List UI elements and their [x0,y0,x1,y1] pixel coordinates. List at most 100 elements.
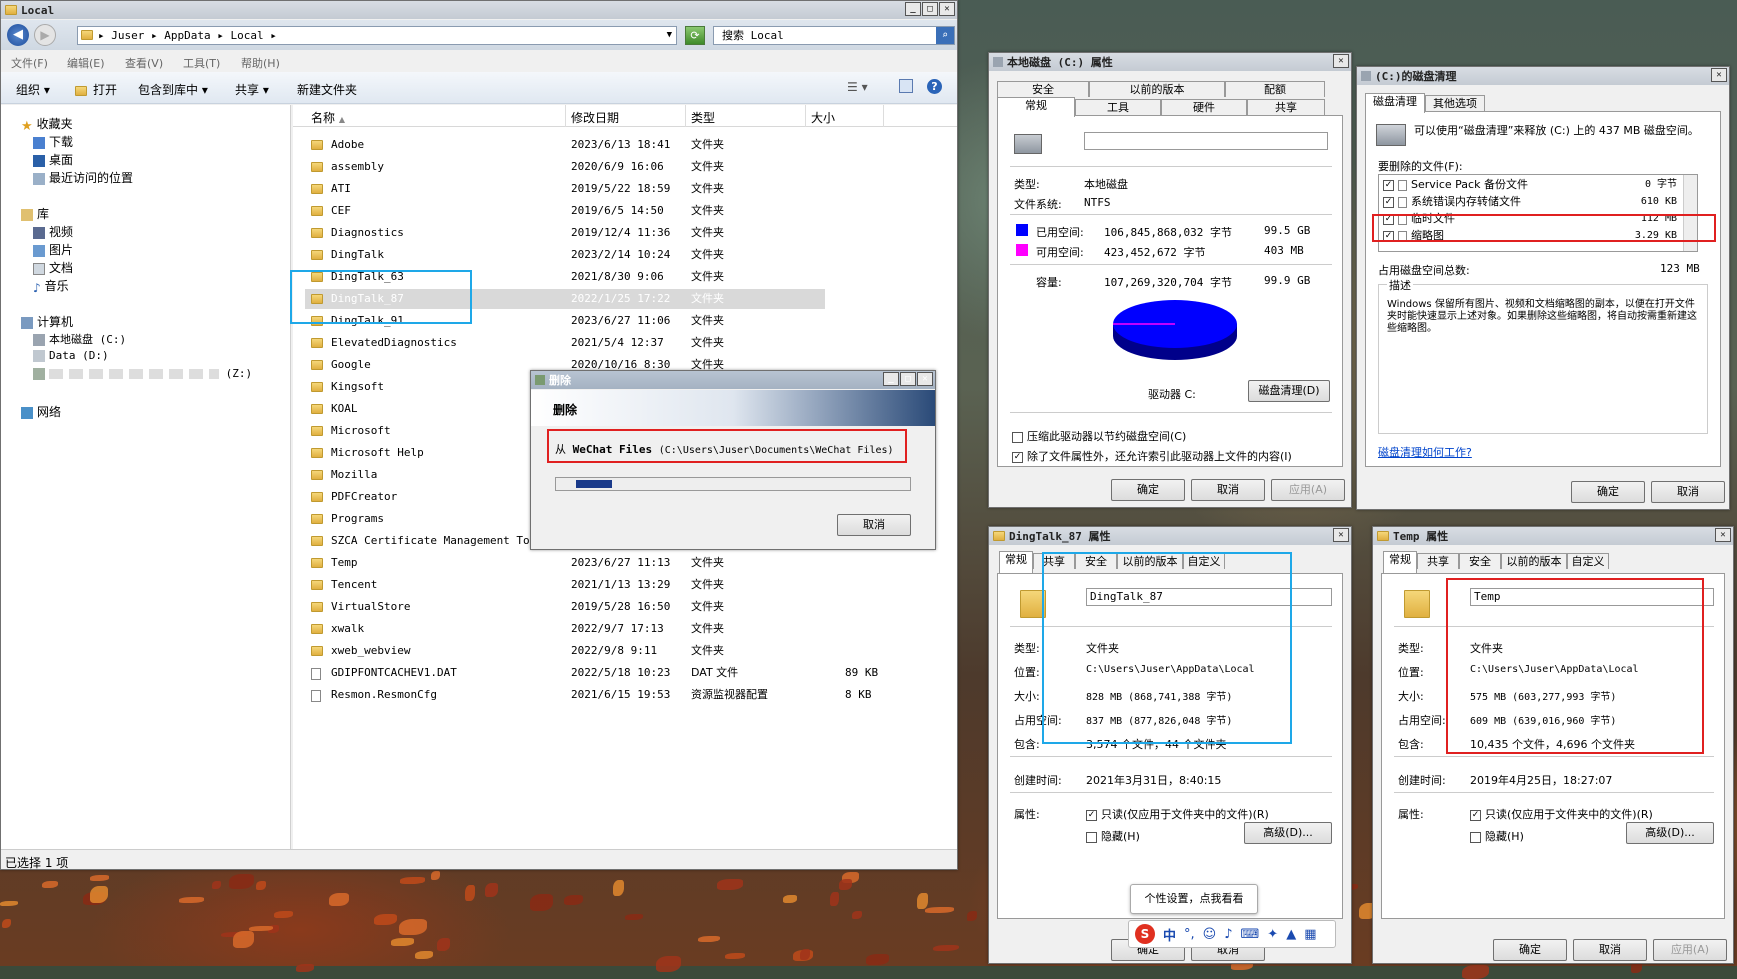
table-row[interactable]: Temp 2023/6/27 11:13 文件夹 [305,553,825,573]
table-row[interactable]: ElevatedDiagnostics 2021/5/4 12:37 文件夹 [305,333,825,353]
disk-apply-button[interactable]: 应用(A) [1271,479,1345,501]
search-icon[interactable]: ⌕ [936,27,954,44]
compress-checkbox[interactable]: 压缩此驱动器以节约磁盘空间(C) [1012,428,1186,444]
disk-cleanup-button[interactable]: 磁盘清理(D) [1248,380,1330,402]
table-row[interactable]: CEF 2019/6/5 14:50 文件夹 [305,201,825,221]
tab-3[interactable]: 以前的版本 [1501,553,1567,569]
temp-apply-button[interactable]: 应用(A) [1653,939,1727,961]
nav-documents[interactable]: 文档 [33,259,73,276]
back-button[interactable]: ◀ [7,24,29,46]
close-button[interactable]: ✕ [939,2,955,16]
tools-icon[interactable]: ✦ [1267,927,1278,942]
emoji-icon[interactable]: ☺ [1203,927,1217,942]
table-row[interactable]: assembly 2020/6/9 16:06 文件夹 [305,157,825,177]
tab-0[interactable]: 常规 [1383,551,1417,573]
preview-pane-icon[interactable] [899,79,913,93]
grid-icon[interactable]: ▦ [1304,927,1316,942]
tab-security[interactable]: 安全 [997,81,1089,97]
table-row[interactable]: DingTalk 2023/2/14 10:24 文件夹 [305,245,825,265]
disk-props-titlebar[interactable]: 本地磁盘 (C:) 属性 ✕ [989,53,1351,71]
tab-0[interactable]: 常规 [999,551,1033,573]
nav-favorites[interactable]: ★ 收藏夹 [21,115,73,134]
item-checkbox[interactable]: ✓ [1383,196,1394,208]
include-library-button[interactable]: 包含到库中 ▾ [138,81,208,98]
menu-file[interactable]: 文件(F) [11,55,48,71]
search-input[interactable]: 搜索 Local ⌕ [713,26,955,45]
nav-videos[interactable]: 视频 [33,223,73,240]
new-folder-button[interactable]: 新建文件夹 [297,81,357,98]
close-button[interactable]: ✕ [917,372,933,386]
close-button[interactable]: ✕ [1333,528,1349,542]
tab-hardware[interactable]: 硬件 [1161,99,1247,115]
list-item[interactable]: ✓ 系统错误内存转储文件 610 KB [1383,194,1679,210]
table-row[interactable]: Diagnostics 2019/12/4 11:36 文件夹 [305,223,825,243]
skin-icon[interactable]: ▲ [1286,927,1296,942]
breadcrumb-local[interactable]: Local [230,29,263,42]
chevron-down-icon[interactable]: ▼ [667,27,672,44]
delete-titlebar[interactable]: 删除 _ □ ✕ [531,371,935,389]
table-row[interactable]: Tencent 2021/1/13 13:29 文件夹 [305,575,825,595]
table-row[interactable]: Adobe 2023/6/13 18:41 文件夹 [305,135,825,155]
maximize-button[interactable]: □ [900,372,916,386]
close-button[interactable]: ✕ [1715,528,1731,542]
disk-ok-button[interactable]: 确定 [1111,479,1185,501]
tab-2[interactable]: 安全 [1459,553,1501,569]
nav-drive-c[interactable]: 本地磁盘 (C:) [33,331,126,347]
col-name[interactable]: 名称 ▲ [311,109,345,126]
tab-general[interactable]: 常规 [997,97,1075,117]
nav-music[interactable]: ♪ 音乐 [33,277,69,295]
col-date[interactable]: 修改日期 [571,109,619,126]
nav-library[interactable]: 库 [21,205,49,222]
temp-cancel-button[interactable]: 取消 [1573,939,1647,961]
view-options-icon[interactable]: ☰ ▾ [847,80,868,94]
table-row[interactable]: Resmon.ResmonCfg 2021/6/15 19:53 资源监视器配置 8 … [305,685,872,705]
ime-tooltip[interactable]: 个性设置，点我看看 [1130,884,1258,914]
col-type[interactable]: 类型 [691,109,715,126]
tab-sharing[interactable]: 共享 [1247,99,1325,115]
menu-help[interactable]: 帮助(H) [241,55,280,71]
help-icon[interactable]: ? [927,79,942,94]
ding-readonly-checkbox[interactable]: ✓ 只读(仅应用于文件夹中的文件)(R) [1086,806,1269,822]
punctuation-icon[interactable]: °, [1184,927,1195,942]
disk-cancel-button[interactable]: 取消 [1191,479,1265,501]
temp-advanced-button[interactable]: 高级(D)... [1626,822,1714,844]
nav-pictures[interactable]: 图片 [33,241,73,258]
breadcrumb-juser[interactable]: Juser [111,29,144,42]
nav-recent[interactable]: 最近访问的位置 [33,169,133,186]
drive-label-input[interactable] [1084,132,1328,150]
menu-view[interactable]: 查看(V) [125,55,163,71]
close-button[interactable]: ✕ [1333,54,1349,68]
share-button[interactable]: 共享 ▾ [235,81,269,98]
tab-4[interactable]: 自定义 [1567,553,1609,569]
table-row[interactable]: GDIPFONTCACHEV1.DAT 2022/5/18 10:23 DAT 文件… [305,663,878,683]
cleanup-ok-button[interactable]: 确定 [1571,481,1645,503]
ime-language-toggle[interactable]: 中 [1163,925,1176,944]
table-row[interactable]: xweb_webview 2022/9/8 9:11 文件夹 [305,641,825,661]
breadcrumb-appdata[interactable]: AppData [164,29,210,42]
nav-desktop[interactable]: 桌面 [33,151,73,168]
table-row[interactable]: ATI 2019/5/22 18:59 文件夹 [305,179,825,199]
cleanup-titlebar[interactable]: (C:)的磁盘清理 ✕ [1357,67,1729,85]
nav-drive-z[interactable]: (Z:) [33,367,252,380]
temp-readonly-checkbox[interactable]: ✓ 只读(仅应用于文件夹中的文件)(R) [1470,806,1653,822]
table-row[interactable]: xwalk 2022/9/7 17:13 文件夹 [305,619,825,639]
nav-downloads[interactable]: 下载 [33,133,73,150]
menu-tools[interactable]: 工具(T) [183,55,220,71]
tab-more-options[interactable]: 其他选项 [1425,95,1485,111]
col-size[interactable]: 大小 [811,109,835,126]
nav-drive-d[interactable]: Data (D:) [33,349,109,362]
tab-previous-versions[interactable]: 以前的版本 [1089,81,1225,97]
table-row[interactable]: VirtualStore 2019/5/28 16:50 文件夹 [305,597,825,617]
list-item[interactable]: ✓ Service Pack 备份文件 0 字节 [1383,177,1679,193]
ding-advanced-button[interactable]: 高级(D)... [1244,822,1332,844]
delete-cancel-button[interactable]: 取消 [837,514,911,536]
how-cleanup-works-link[interactable]: 磁盘清理如何工作? [1378,444,1472,460]
tab-quota[interactable]: 配额 [1225,81,1325,97]
maximize-button[interactable]: □ [922,2,938,16]
organize-button[interactable]: 组织 ▾ [16,81,50,98]
index-checkbox[interactable]: ✓ 除了文件属性外，还允许索引此驱动器上文件的内容(I) [1012,448,1332,464]
ding-hidden-checkbox[interactable]: 隐藏(H) [1086,828,1140,844]
minimize-button[interactable]: _ [905,2,921,16]
address-bar[interactable]: ▸ Juser ▸ AppData ▸ Local ▸ ▼ [77,26,677,45]
open-button[interactable]: 打开 [75,81,117,98]
